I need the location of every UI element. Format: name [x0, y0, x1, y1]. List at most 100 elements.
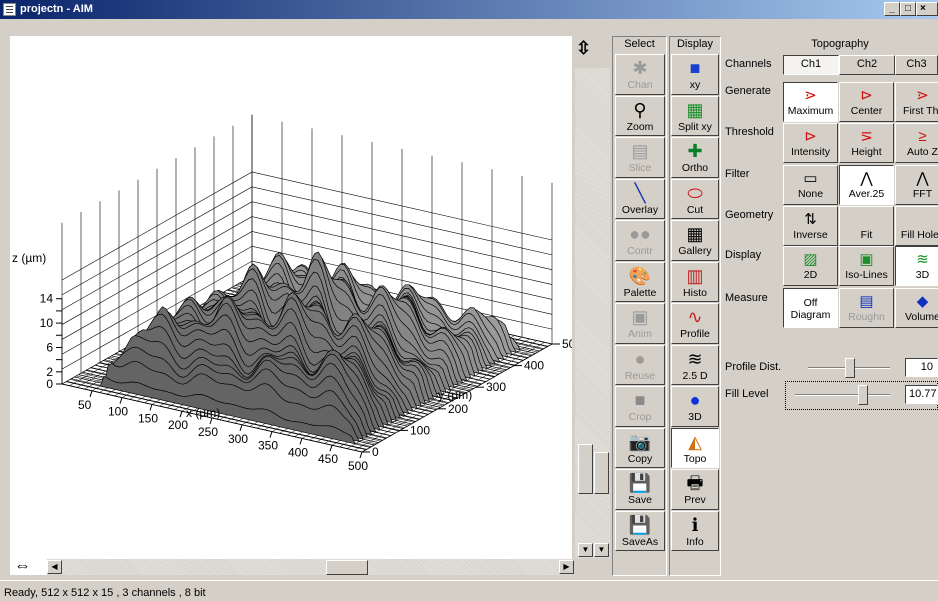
threshold-option-auto-z-button[interactable]: ≥ Auto Z: [895, 123, 938, 163]
measure-option-volume-button[interactable]: ◆ Volume: [895, 288, 938, 328]
filter-option-aver-25-button[interactable]: ⋀ Aver.25: [839, 165, 894, 205]
x-tick-label: 500: [348, 459, 368, 473]
minimize-button[interactable]: _: [884, 2, 900, 16]
filter-option-none-button[interactable]: ▭ None: [783, 165, 838, 205]
geometry-label: Geometry: [725, 209, 774, 221]
filter-option-fft-button[interactable]: ⋀ FFT: [895, 165, 938, 205]
scroll-left-button[interactable]: ◀: [47, 560, 62, 574]
rotate-vertical-icon[interactable]: ⇳: [576, 38, 591, 59]
channel-ch3-button[interactable]: Ch3: [895, 55, 938, 75]
x-tick: [299, 438, 303, 445]
measure-option-roughn-button[interactable]: ▤ Roughn: [839, 288, 894, 328]
scroll-down-button[interactable]: ▼: [578, 543, 593, 557]
scroll-right-button[interactable]: ▶: [559, 560, 574, 574]
profile-dist-label: Profile Dist.: [725, 361, 782, 373]
geometry-option-inverse-button[interactable]: ⇅ Inverse: [783, 206, 838, 246]
x-tick: [269, 431, 273, 438]
split-xy-icon: ▦: [686, 99, 704, 120]
select-palette-button[interactable]: 🎨 Palette: [615, 261, 665, 302]
display-button-label: Profile: [680, 328, 710, 340]
display-button-label: xy: [689, 79, 701, 91]
geometry-option-fit-button[interactable]: Fit: [839, 206, 894, 246]
generate-option-first-thr-button[interactable]: ⋗First Thr: [895, 82, 938, 122]
maximize-button[interactable]: □: [900, 2, 916, 16]
generate-label: Generate: [725, 85, 771, 97]
generate-option-maximum-button[interactable]: ⋗ Maximum: [783, 82, 838, 122]
display-3d-button[interactable]: ● 3D: [671, 386, 719, 427]
geometry-option-label: Fit: [860, 229, 873, 241]
plot-area[interactable]: z (µm) x (µm) y (µm) 14 10 6 2 0 50 100 150 200 2…: [10, 36, 572, 575]
display-gallery-button[interactable]: ▦ Gallery: [671, 220, 719, 261]
display-button-label: Split xy: [678, 120, 712, 133]
display-topo-button[interactable]: ◭ Topo: [671, 427, 719, 468]
display-option-iso-lines-button[interactable]: ▣ Iso-Lines: [839, 246, 894, 286]
select-overlay-button[interactable]: ╲ Overlay: [615, 178, 665, 219]
fill-level-slider-thumb[interactable]: [858, 385, 868, 405]
select-chan-button[interactable]: ✱ Chan: [615, 54, 665, 95]
generate-option-center-button[interactable]: ⊳ Center: [839, 82, 894, 122]
select-button-label: Save: [628, 494, 652, 506]
measure-label: Measure: [725, 292, 768, 304]
y-tick-label: 100: [410, 423, 430, 437]
select-anim-button[interactable]: ▣ Anim: [615, 303, 665, 344]
y-tick-label: 400: [524, 359, 544, 373]
threshold-option-height-button[interactable]: ⋝ Height: [839, 123, 894, 163]
display-option-2d-button[interactable]: ▨ 2D: [783, 246, 838, 286]
display-info-button[interactable]: ℹ Info: [671, 510, 719, 551]
profile-dist-slider-thumb[interactable]: [845, 358, 855, 378]
display-button-label: Ortho: [681, 162, 709, 174]
select-zoom-button[interactable]: ⚲ Zoom: [615, 95, 665, 136]
display-xy-button[interactable]: ■ xy: [671, 54, 719, 95]
select-crop-button[interactable]: ■ Crop: [615, 386, 665, 427]
select-save-button[interactable]: 💾 Save: [615, 469, 665, 510]
select-saveas-button[interactable]: 💾 SaveAs: [615, 510, 665, 551]
app-icon[interactable]: [3, 3, 16, 16]
display-profile-button[interactable]: ∿ Profile: [671, 303, 719, 344]
grid-line: [61, 171, 553, 281]
rotate-horizontal-icon[interactable]: ⇔: [14, 556, 31, 576]
slice-icon: ▤: [631, 141, 649, 161]
x-tick-label: 300: [228, 432, 248, 446]
display-histo-button[interactable]: ▥ Histo: [671, 261, 719, 302]
measure-option-label: Volume: [904, 311, 938, 323]
display-ortho-button[interactable]: ✚ Ortho: [671, 137, 719, 178]
profile-dist-value[interactable]: 10: [905, 358, 938, 377]
display-2-5-d-button[interactable]: ≋ 2.5 D: [671, 344, 719, 385]
close-button[interactable]: ×: [916, 2, 938, 16]
select-button-label: Copy: [627, 452, 653, 465]
filter-option-icon: ⋀: [916, 170, 929, 187]
display-option-icon: ≋: [916, 251, 929, 268]
vertical-scroll-thumb[interactable]: [578, 444, 593, 494]
title-bar[interactable]: projectn - AIM _ □ ×: [0, 0, 938, 19]
threshold-option-intensity-button[interactable]: ⊳ Intensity: [783, 123, 838, 163]
disk-icon: 💾: [628, 473, 652, 493]
horizontal-scrollbar[interactable]: [47, 559, 574, 575]
channel-ch1-button[interactable]: Ch1: [783, 55, 839, 75]
threshold-option-label: Auto Z: [907, 146, 938, 158]
select-reuse-button[interactable]: ● Reuse: [615, 344, 665, 385]
select-copy-button[interactable]: 📷 Copy: [615, 427, 665, 468]
filter-option-label: None: [797, 188, 824, 200]
generate-option-icon: ⋗: [804, 87, 817, 104]
info-icon: ℹ: [691, 514, 699, 535]
select-contr-button[interactable]: ●● Contr: [615, 220, 665, 261]
measure-option-off-diagram-button[interactable]: Off Diagram: [783, 288, 838, 328]
scroll-down-button-2[interactable]: ▼: [594, 543, 609, 557]
channel-ch2-button[interactable]: Ch2: [839, 55, 895, 75]
display-cut-button[interactable]: ⬭ Cut: [671, 178, 719, 219]
filter-label: Filter: [725, 168, 750, 180]
fill-level-slider[interactable]: [795, 394, 890, 396]
geometry-option-fill-holes-button[interactable]: Fill Holes: [895, 206, 938, 246]
select-slice-button[interactable]: ▤ Slice: [615, 137, 665, 178]
horizontal-scroll-thumb[interactable]: [326, 560, 368, 575]
fill-level-value[interactable]: 10.77: [905, 385, 938, 404]
display-split-xy-button[interactable]: ▦ Split xy: [671, 95, 719, 136]
display-prev-button[interactable]: 🖶 Prev: [671, 469, 719, 510]
vertical-scroll-thumb-2[interactable]: [594, 452, 609, 494]
display-button-label: 2.5 D: [682, 369, 708, 382]
x-tick-label: 450: [318, 452, 338, 466]
display-option-3d-button[interactable]: ≋ 3D: [895, 246, 938, 286]
z-tick-label: 10: [40, 316, 54, 330]
display-label: Display: [725, 249, 762, 261]
palette-icon: 🎨: [628, 265, 652, 286]
